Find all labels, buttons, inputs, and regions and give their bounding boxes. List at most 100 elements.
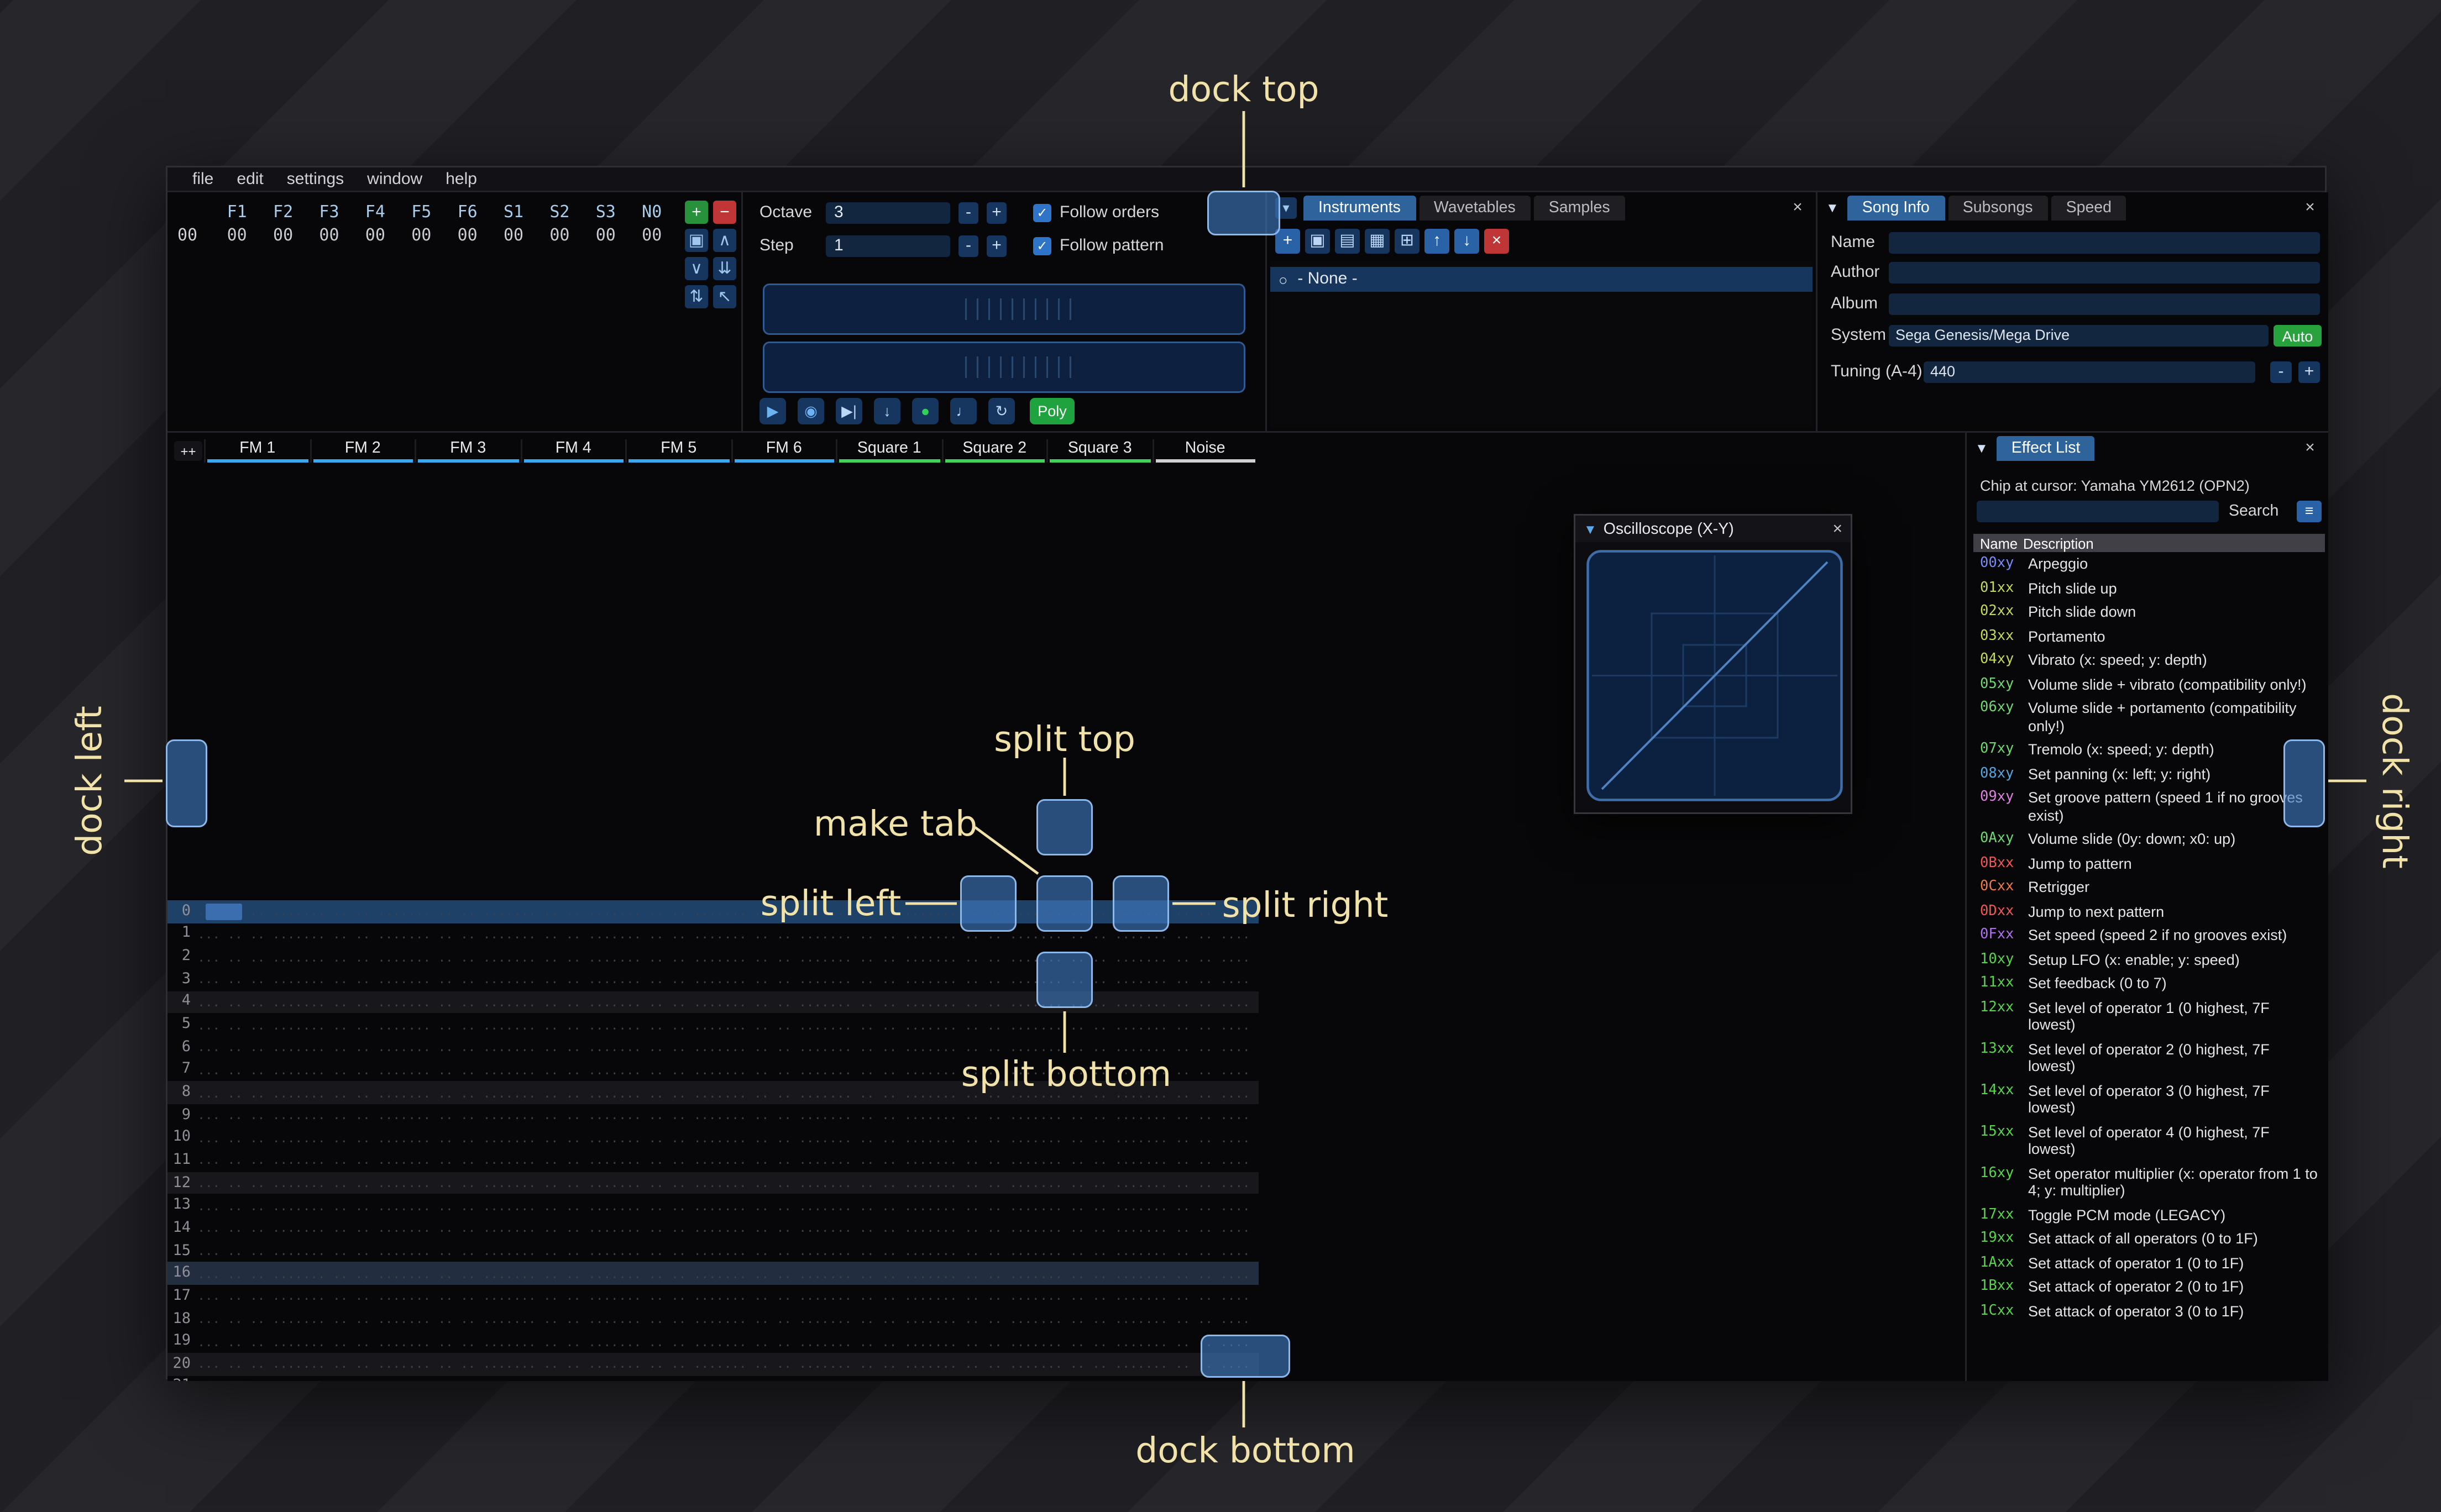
effect-row-15xx[interactable]: 15xx Set level of operator 4 (0 highest, … (1973, 1120, 2325, 1162)
pattern-cell[interactable]: ... .. .. .... (514, 1289, 619, 1304)
pattern-cell[interactable]: ... .. .. .... (1145, 1017, 1251, 1032)
pattern-cell[interactable]: ... .. .. .... (408, 1175, 514, 1190)
collapse-icon[interactable]: ▼ (1826, 201, 1839, 216)
pattern-cell[interactable]: ... .. .. .... (1040, 1017, 1145, 1032)
pattern-cell[interactable]: ... .. .. .... (1145, 972, 1251, 987)
pattern-cell[interactable]: ... .. .. .... (724, 1334, 830, 1349)
pattern-cell[interactable]: ... .. .. .... (408, 1357, 514, 1372)
pattern-cell[interactable]: ... .. .. .... (935, 1266, 1040, 1281)
pattern-row-17[interactable]: 17... .. .. ....... .. .. ....... .. .. … (167, 1285, 1259, 1308)
pattern-cell[interactable]: ... .. .. .... (829, 927, 935, 942)
repeat-pattern-button[interactable]: ↻ (988, 398, 1015, 424)
move-instrument-down-button[interactable]: ↓ (1454, 229, 1479, 254)
menu-file[interactable]: file (181, 170, 225, 188)
effect-row-14xx[interactable]: 14xx Set level of operator 3 (0 highest, … (1973, 1079, 2325, 1120)
pattern-cell[interactable]: ... .. .. .... (408, 949, 514, 964)
pattern-cell[interactable]: ... .. .. .... (829, 1311, 935, 1326)
collapse-icon[interactable]: ▼ (1584, 522, 1597, 537)
tab-song-info[interactable]: Song Info (1847, 196, 1945, 221)
pattern-cell[interactable]: ... .. .. .... (724, 1175, 830, 1190)
pattern-cell[interactable]: ... .. .. .... (303, 1198, 408, 1213)
pattern-row-21[interactable]: 21... .. .. ....... .. .. ....... .. .. … (167, 1376, 1259, 1381)
pattern-cell[interactable]: ... .. .. .... (197, 1130, 303, 1145)
pattern-row-10[interactable]: 10... .. .. ....... .. .. ....... .. .. … (167, 1127, 1259, 1149)
pattern-cell[interactable]: ... .. .. .... (619, 1221, 724, 1236)
pattern-row-13[interactable]: 13... .. .. ....... .. .. ....... .. .. … (167, 1194, 1259, 1217)
follow-pattern-checkbox[interactable]: ✓ (1033, 236, 1051, 255)
pattern-cell[interactable]: ... .. .. .... (724, 1063, 830, 1078)
instrument-folders-button[interactable]: ⊞ (1395, 229, 1419, 254)
pattern-cell[interactable]: ... .. .. .... (1040, 1198, 1145, 1213)
duplicate-instrument-button[interactable]: ▣ (1305, 229, 1330, 254)
pattern-cell[interactable]: ... .. .. .... (303, 1085, 408, 1100)
pattern-cell[interactable]: ... .. .. .... (197, 1040, 303, 1055)
pattern-cell[interactable]: ... .. .. .... (514, 1221, 619, 1236)
pattern-cell[interactable]: ... .. .. .... (619, 1311, 724, 1326)
effect-row-02xx[interactable]: 02xx Pitch slide down (1973, 600, 2325, 624)
pattern-cell[interactable]: ... .. .. .... (1145, 1266, 1251, 1281)
pattern-cell[interactable]: ... .. .. .... (724, 1243, 830, 1258)
pattern-cell[interactable]: ... .. .. .... (1040, 1040, 1145, 1055)
pattern-cell[interactable]: ... .. .. .... (514, 1130, 619, 1145)
duplicate-order-to-end-button[interactable]: ⇊ (713, 257, 736, 280)
metronome-button[interactable]: ♩ (950, 398, 977, 424)
pattern-cell[interactable]: ... .. .. .... (303, 1040, 408, 1055)
menu-window[interactable]: window (355, 170, 434, 188)
effect-row-13xx[interactable]: 13xx Set level of operator 2 (0 highest, … (1973, 1037, 2325, 1079)
pattern-cell[interactable]: ... .. .. .... (1145, 1311, 1251, 1326)
pattern-cell[interactable]: ... .. .. .... (619, 1085, 724, 1100)
pattern-cell[interactable]: ... .. .. .... (619, 904, 724, 919)
pattern-cell[interactable]: ... .. .. .... (303, 1130, 408, 1145)
pattern-cell[interactable]: ... .. .. .... (408, 1334, 514, 1349)
pattern-cell[interactable]: ... .. .. .... (724, 972, 830, 987)
pattern-cell[interactable]: ... .. .. .... (1145, 995, 1251, 1010)
pattern-cell[interactable]: ... .. .. .... (197, 949, 303, 964)
effect-row-12xx[interactable]: 12xx Set level of operator 1 (0 highest, … (1973, 996, 2325, 1037)
pattern-cell[interactable]: ... .. .. .... (408, 1243, 514, 1258)
pattern-cell[interactable]: ... .. .. .... (303, 1221, 408, 1236)
step-input[interactable]: 1 (826, 234, 950, 256)
pattern-cell[interactable]: ... .. .. .... (197, 1175, 303, 1190)
pattern-cell[interactable]: ... .. .. .... (408, 927, 514, 942)
pattern-cell[interactable]: ... .. .. .... (829, 1017, 935, 1032)
pattern-cell[interactable]: ... .. .. .... (724, 1221, 830, 1236)
channel-header-square-2[interactable]: Square 2 (941, 439, 1047, 463)
pattern-cell[interactable]: ... .. .. .... (829, 1243, 935, 1258)
pattern-cell[interactable]: ... .. .. .... (935, 995, 1040, 1010)
pattern-rows[interactable]: 0... .. .. ....... .. .. ....... .. .. .… (167, 900, 1259, 1381)
effect-row-1Axx[interactable]: 1Axx Set attack of operator 1 (0 to 1F) (1973, 1251, 2325, 1275)
open-instrument-button[interactable]: ▤ (1335, 229, 1360, 254)
pattern-cell[interactable]: ... .. .. .... (303, 1266, 408, 1281)
tab-instruments[interactable]: Instruments (1303, 196, 1416, 221)
pattern-cell[interactable]: ... .. .. .... (935, 972, 1040, 987)
pattern-cell[interactable]: ... .. .. .... (1040, 1130, 1145, 1145)
order-cell[interactable]: 00 (629, 227, 675, 245)
pattern-row-14[interactable]: 14... .. .. ....... .. .. ....... .. .. … (167, 1217, 1259, 1240)
pattern-cell[interactable]: ... .. .. .... (514, 1017, 619, 1032)
close-icon[interactable]: × (1832, 520, 1842, 538)
pattern-cell[interactable]: ... .. .. .... (935, 1198, 1040, 1213)
pattern-cell[interactable]: ... .. .. .... (829, 1063, 935, 1078)
pattern-cell[interactable]: ... .. .. .... (935, 949, 1040, 964)
pattern-cell[interactable]: ... .. .. .... (1145, 1379, 1251, 1381)
pattern-row-2[interactable]: 2... .. .. ....... .. .. ....... .. .. .… (167, 946, 1259, 968)
pattern-cell[interactable]: ... .. .. .... (197, 1379, 303, 1381)
pattern-cell[interactable]: ... .. .. .... (303, 1107, 408, 1122)
system-value[interactable]: Sega Genesis/Mega Drive (1889, 325, 2269, 347)
pattern-cell[interactable]: ... .. .. .... (619, 1107, 724, 1122)
pattern-cell[interactable]: ... .. .. .... (829, 1221, 935, 1236)
channel-header-fm-3[interactable]: FM 3 (415, 439, 520, 463)
tab-speed[interactable]: Speed (2051, 196, 2127, 221)
play-button[interactable]: ▶ (759, 398, 786, 424)
split-top-target[interactable] (1036, 799, 1093, 855)
pattern-cell[interactable]: ... .. .. .... (724, 1017, 830, 1032)
pattern-cell[interactable]: ... .. .. .... (724, 1085, 830, 1100)
play-from-cursor-button[interactable]: ▶| (836, 398, 862, 424)
pattern-cell[interactable]: ... .. .. .... (829, 995, 935, 1010)
pattern-cell[interactable]: ... .. .. .... (724, 1198, 830, 1213)
name-input[interactable] (1889, 232, 2320, 254)
order-cell[interactable]: 00 (260, 227, 306, 245)
pattern-cell[interactable]: ... .. .. .... (829, 1040, 935, 1055)
order-cell[interactable]: 00 (444, 227, 490, 245)
pattern-row-11[interactable]: 11... .. .. ....... .. .. ....... .. .. … (167, 1149, 1259, 1172)
